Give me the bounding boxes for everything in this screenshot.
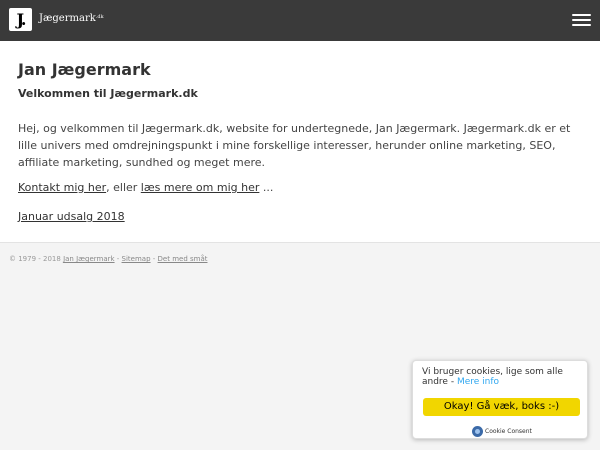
site-brand[interactable]: Jægermark.dk xyxy=(39,13,104,24)
cookie-consent-brand[interactable]: Cookie Consent xyxy=(472,421,532,437)
cookie-accept-button[interactable]: Okay! Gå væk, boks :-) xyxy=(423,398,580,416)
copyright-text: © 1979 - 2018 xyxy=(9,255,64,263)
cookie-message: Vi bruger cookies, lige som alle andre -… xyxy=(422,367,582,387)
footer-name-link[interactable]: Jan Jægermark xyxy=(63,255,115,263)
main-content: Jan Jægermark Velkommen til Jægermark.dk… xyxy=(0,41,600,243)
page-subtitle: Velkommen til Jægermark.dk xyxy=(18,87,198,100)
sitemap-link[interactable]: Sitemap xyxy=(122,255,151,263)
contact-line: Kontakt mig her, eller læs mere om mig h… xyxy=(18,181,273,194)
or-text: , eller xyxy=(106,181,141,194)
about-link[interactable]: læs mere om mig her xyxy=(141,181,260,194)
cookie-consent-icon xyxy=(472,426,483,437)
footer-separator: - xyxy=(150,255,158,263)
logo-text: J. xyxy=(16,10,27,29)
ellipsis-text: ... xyxy=(259,181,274,194)
top-navbar: J. Jægermark.dk xyxy=(0,0,600,41)
cookie-consent-label: Cookie Consent xyxy=(485,428,532,435)
page-title: Jan Jægermark xyxy=(18,60,151,79)
hamburger-icon[interactable] xyxy=(572,14,591,26)
footer: © 1979 - 2018 Jan Jægermark - Sitemap - … xyxy=(9,255,208,263)
cookie-consent-banner: Vi bruger cookies, lige som alle andre -… xyxy=(412,360,588,439)
brand-name: Jægermark xyxy=(39,13,96,24)
sale-link[interactable]: Januar udsalg 2018 xyxy=(18,210,125,223)
logo[interactable]: J. xyxy=(9,8,32,31)
cookie-more-info-link[interactable]: Mere info xyxy=(457,377,499,387)
brand-suffix: .dk xyxy=(95,14,104,20)
fineprint-link[interactable]: Det med småt xyxy=(158,255,208,263)
footer-separator: - xyxy=(114,255,122,263)
contact-link[interactable]: Kontakt mig her xyxy=(18,181,106,194)
intro-paragraph: Hej, og velkommen til Jægermark.dk, webs… xyxy=(18,122,571,169)
